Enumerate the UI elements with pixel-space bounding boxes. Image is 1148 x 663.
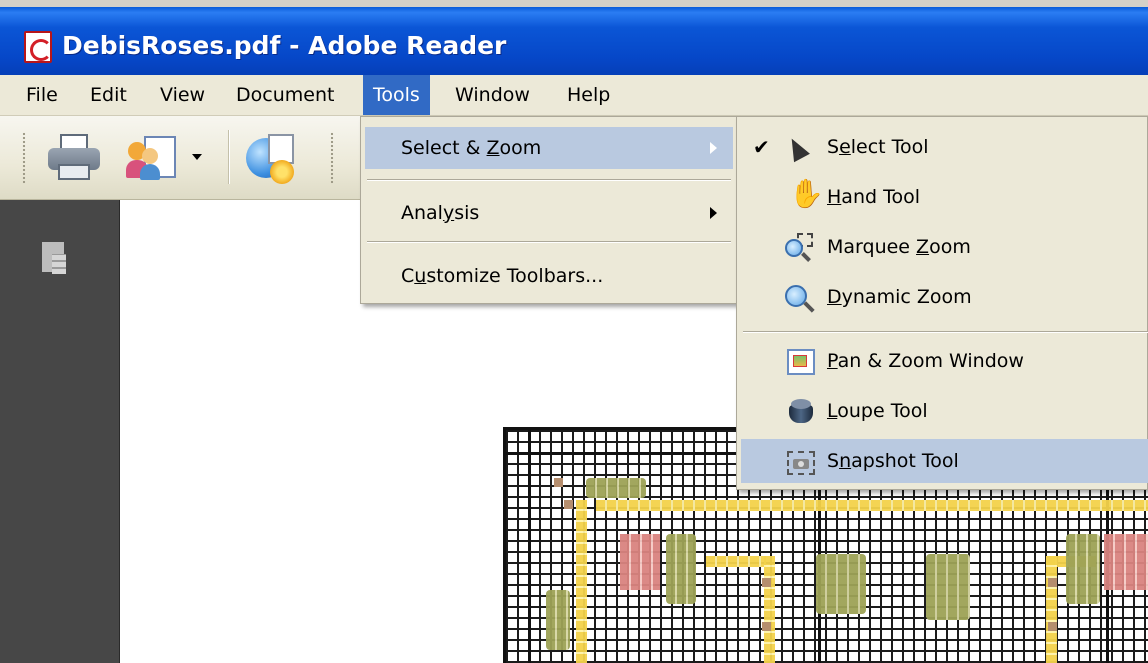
- check-icon: ✔: [753, 135, 770, 159]
- title-bar: DebisRoses.pdf - Adobe Reader: [0, 0, 1148, 75]
- pdf-file-icon: [24, 31, 52, 63]
- snapshot-icon: [785, 447, 815, 477]
- menu-item-mnemonic: n: [839, 450, 852, 472]
- select-zoom-submenu: ✔ Select Tool ✋ Hand Tool Marquee Zoom D…: [736, 116, 1148, 490]
- menu-item-mnemonic: u: [414, 265, 427, 287]
- menu-item-customize-toolbars[interactable]: Customize Toolbars...: [365, 255, 733, 297]
- menu-item-mnemonic: Z: [916, 236, 930, 258]
- menu-item-label: ynamic Zoom: [841, 286, 972, 308]
- menu-help[interactable]: Help: [555, 75, 622, 115]
- menu-item-label: lect Tool: [850, 136, 929, 158]
- dropdown-arrow-icon[interactable]: [192, 154, 202, 160]
- menu-item-label: oom: [499, 137, 542, 159]
- menu-item-label: and Tool: [841, 186, 920, 208]
- menu-item-select-zoom[interactable]: Select & Zoom: [365, 127, 733, 169]
- navigation-pane: [0, 200, 120, 663]
- menu-item-mnemonic: e: [839, 136, 851, 158]
- tools-menu: Select & Zoom Analysis Customize Toolbar…: [360, 116, 738, 304]
- menu-item-mnemonic: L: [827, 400, 838, 422]
- menu-item-label: apshot Tool: [851, 450, 959, 472]
- window-title: DebisRoses.pdf - Adobe Reader: [62, 31, 507, 60]
- print-icon[interactable]: [48, 134, 100, 182]
- toolbar-grip[interactable]: [330, 132, 334, 184]
- collaborate-icon[interactable]: [126, 136, 178, 182]
- menu-item-label: Anal: [401, 202, 443, 224]
- menu-item-hand-tool[interactable]: ✋ Hand Tool: [741, 175, 1148, 219]
- menu-edit[interactable]: Edit: [78, 75, 139, 115]
- menu-item-label: stomize Toolbars...: [426, 265, 604, 287]
- menu-item-mnemonic: y: [442, 202, 455, 224]
- menu-item-label: S: [827, 136, 840, 158]
- menu-item-label: oupe Tool: [837, 400, 928, 422]
- menu-file[interactable]: File: [14, 75, 70, 115]
- submenu-arrow-icon: [710, 142, 717, 154]
- review-icon[interactable]: [246, 134, 298, 186]
- marquee-zoom-icon: [785, 233, 815, 263]
- select-arrow-icon: [785, 133, 815, 163]
- menu-item-mnemonic: P: [827, 350, 838, 372]
- menu-item-label: an & Zoom Window: [837, 350, 1024, 372]
- menu-window[interactable]: Window: [443, 75, 542, 115]
- menu-item-analysis[interactable]: Analysis: [365, 192, 733, 234]
- hand-icon: ✋: [789, 177, 824, 210]
- menu-view[interactable]: View: [148, 75, 217, 115]
- menu-item-label: C: [401, 265, 415, 287]
- menu-item-mnemonic: H: [827, 186, 842, 208]
- submenu-arrow-icon: [710, 207, 717, 219]
- menu-bar: File Edit View Document Tools Window Hel…: [0, 75, 1148, 116]
- menu-tools[interactable]: Tools: [363, 75, 430, 115]
- dynamic-zoom-icon: [785, 283, 815, 313]
- menu-item-label: S: [827, 450, 840, 472]
- pan-zoom-window-icon: [785, 347, 815, 377]
- menu-item-mnemonic: Z: [486, 137, 500, 159]
- loupe-icon: [785, 397, 815, 427]
- toolbar-grip[interactable]: [22, 132, 26, 184]
- menu-item-pan-zoom-window[interactable]: Pan & Zoom Window: [741, 339, 1148, 383]
- menu-item-label: Marquee: [827, 236, 917, 258]
- menu-item-mnemonic: D: [827, 286, 842, 308]
- menu-item-loupe-tool[interactable]: Loupe Tool: [741, 389, 1148, 433]
- menu-divider: [743, 331, 1148, 333]
- pages-icon[interactable]: [42, 242, 72, 282]
- menu-item-label: sis: [454, 202, 480, 224]
- menu-item-snapshot-tool[interactable]: Snapshot Tool: [741, 439, 1148, 483]
- menu-divider: [367, 179, 731, 181]
- menu-divider: [367, 241, 731, 243]
- menu-item-label: oom: [929, 236, 971, 258]
- menu-item-dynamic-zoom[interactable]: Dynamic Zoom: [741, 275, 1148, 319]
- menu-item-label: Select &: [401, 137, 487, 159]
- menu-item-marquee-zoom[interactable]: Marquee Zoom: [741, 225, 1148, 269]
- toolbar-separator: [228, 130, 230, 184]
- menu-document[interactable]: Document: [224, 75, 346, 115]
- menu-item-select-tool[interactable]: ✔ Select Tool: [741, 125, 1148, 169]
